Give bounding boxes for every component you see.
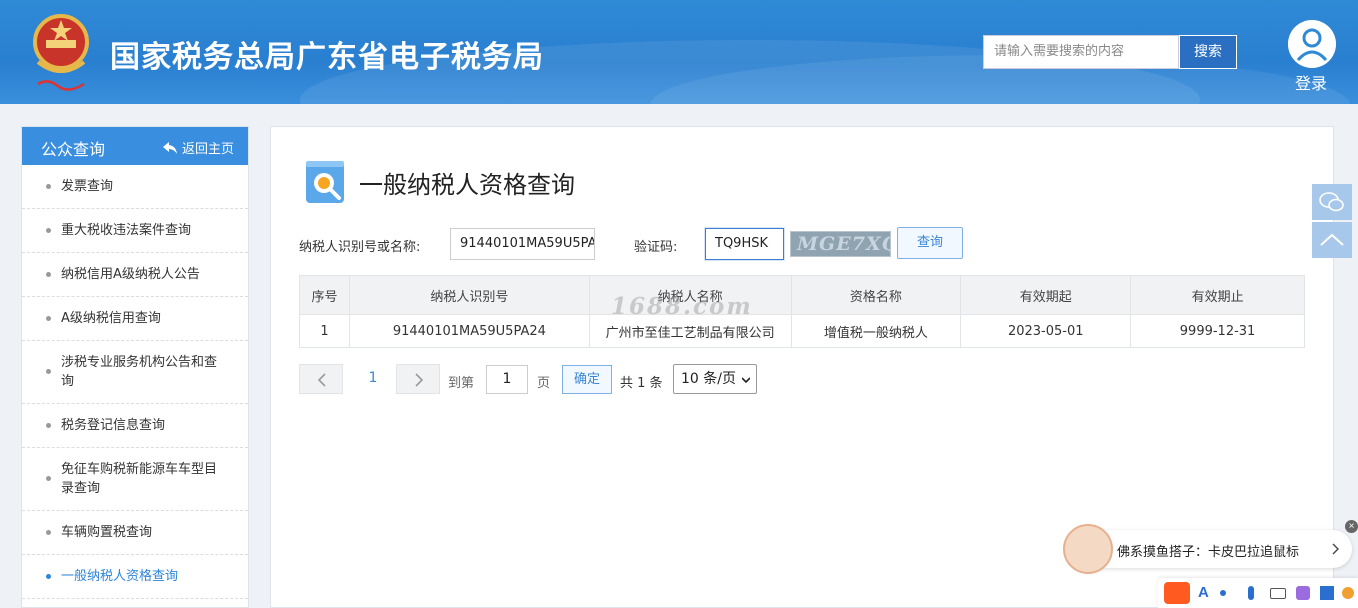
column-header: 资格名称	[790, 275, 962, 315]
sidebar-item-a-credit-notice[interactable]: 纳税信用A级纳税人公告	[22, 253, 248, 297]
table-cell: 1	[299, 314, 350, 348]
microphone-icon[interactable]	[1248, 586, 1254, 600]
query-button[interactable]: 查询	[897, 227, 963, 259]
bullet-icon	[46, 369, 51, 374]
captcha-image[interactable]: MGE7XQ	[790, 231, 891, 257]
site-header: 国家税务总局广东省电子税务局 请输入需要搜索的内容 搜索 登录	[0, 0, 1358, 104]
sidebar-item-label: 税务登记信息查询	[61, 418, 166, 433]
table-cell: 增值税一般纳税人	[790, 314, 962, 348]
back-home-link[interactable]: 返回主页	[162, 138, 234, 157]
taxpayer-label: 纳税人识别号或名称:	[299, 240, 421, 255]
wechat-float-button[interactable]	[1312, 184, 1352, 220]
page-size-select[interactable]: 10 条/页	[673, 364, 757, 394]
current-page[interactable]: 1	[363, 370, 383, 386]
sidebar-item-general-taxpayer[interactable]: 一般纳税人资格查询	[22, 555, 248, 599]
sidebar-item-vehicle-tax[interactable]: 车辆购置税查询	[22, 511, 248, 555]
search-input[interactable]: 请输入需要搜索的内容	[983, 35, 1179, 69]
captcha-text: MGE7XQ	[797, 233, 891, 255]
sogou-logo-icon[interactable]	[1164, 582, 1190, 604]
login-link[interactable]: 登录	[1290, 70, 1332, 94]
sidebar-item-a-credit-query[interactable]: A级纳税信用查询	[22, 297, 248, 341]
sidebar-item-service-agency[interactable]: 涉税专业服务机构公告和查询	[22, 341, 248, 404]
bullet-icon	[46, 227, 51, 233]
sidebar-item-tax-violation[interactable]: 重大税收违法案件查询	[22, 209, 248, 253]
punctuation-icon[interactable]	[1220, 590, 1226, 596]
bullet-icon	[46, 422, 51, 428]
result-table: 序号 纳税人识别号 纳税人名称 资格名称 有效期起 有效期止 1 9144010…	[299, 275, 1305, 348]
chevron-up-icon	[1320, 233, 1344, 246]
sidebar-item-label: 纳税信用A级纳税人公告	[61, 267, 200, 282]
national-emblem-icon	[33, 14, 89, 91]
back-home-label: 返回主页	[181, 142, 234, 157]
chevron-right-icon	[415, 373, 424, 387]
page-unit-label: 页	[537, 376, 551, 391]
close-icon[interactable]: ×	[1345, 520, 1358, 533]
more-icon[interactable]	[1342, 587, 1354, 599]
bullet-icon	[46, 476, 51, 481]
page-size-value: 10 条/页	[681, 371, 736, 387]
sidebar-item-label: 一般纳税人资格查询	[61, 569, 179, 584]
sidebar-item-label: 车辆购置税查询	[61, 525, 153, 540]
total-count: 共 1 条	[620, 376, 663, 391]
taxpayer-input[interactable]: 91440101MA59U5PA24	[450, 228, 595, 260]
toolbox-icon[interactable]	[1320, 586, 1334, 600]
column-header: 纳税人识别号	[348, 275, 590, 315]
page-title: 一般纳税人资格查询	[359, 171, 575, 199]
table-cell: 91440101MA59U5PA24	[348, 314, 590, 348]
ime-mode-indicator[interactable]: A	[1198, 584, 1209, 601]
bullet-icon	[46, 271, 51, 277]
sidebar-item-label: A级纳税信用查询	[61, 311, 161, 326]
back-to-top-button[interactable]	[1312, 222, 1352, 258]
chevron-left-icon	[317, 373, 326, 387]
prev-page-button[interactable]	[299, 364, 343, 394]
capybara-avatar-icon	[1063, 524, 1113, 574]
sidebar-item-ev-catalog[interactable]: 免征车购税新能源车车型目录查询	[22, 448, 248, 511]
column-header: 有效期止	[1130, 275, 1305, 315]
column-header: 序号	[299, 275, 350, 315]
search-document-icon	[306, 161, 344, 203]
table-header-row: 序号 纳税人识别号 纳税人名称 资格名称 有效期起 有效期止	[299, 275, 1305, 315]
sidebar-item-label: 涉税专业服务机构公告和查询	[61, 355, 218, 389]
captcha-input[interactable]: TQ9HSK	[705, 228, 784, 260]
sidebar-item-label: 重大税收违法案件查询	[61, 223, 192, 238]
skin-icon[interactable]	[1296, 586, 1310, 600]
captcha-label: 验证码:	[634, 240, 678, 255]
notification-text: 佛系摸鱼搭子：卡皮巴拉追鼠标	[1117, 545, 1300, 560]
bullet-icon	[46, 529, 51, 535]
chevron-down-icon	[742, 377, 750, 384]
site-title: 国家税务总局广东省电子税务局	[110, 40, 544, 75]
ime-toolbar: A	[1158, 578, 1358, 608]
table-cell: 9999-12-31	[1130, 314, 1305, 348]
sidebar-item-invoice[interactable]: 发票查询	[22, 165, 248, 209]
sidebar-header: 公众查询 返回主页	[22, 127, 248, 165]
next-page-button[interactable]	[396, 364, 440, 394]
goto-confirm-button[interactable]: 确定	[562, 365, 612, 394]
keyboard-icon[interactable]	[1270, 588, 1286, 599]
goto-label: 到第	[448, 376, 475, 391]
user-avatar-icon[interactable]	[1288, 20, 1336, 68]
reply-arrow-icon	[162, 142, 177, 154]
sidebar-item-label: 发票查询	[61, 179, 114, 194]
bullet-icon	[46, 315, 51, 321]
bullet-icon	[46, 183, 51, 189]
table-row: 1 91440101MA59U5PA24 广州市至佳工艺制品有限公司 增值税一般…	[299, 314, 1305, 348]
sidebar-item-label: 免征车购税新能源车车型目录查询	[61, 462, 218, 496]
sidebar-item-registration[interactable]: 税务登记信息查询	[22, 404, 248, 448]
sidebar: 公众查询 返回主页 发票查询 重大税收违法案件查询 纳税信用A级纳税人公告 A级…	[21, 126, 249, 608]
chevron-right-icon[interactable]	[1330, 542, 1340, 556]
sidebar-title: 公众查询	[41, 140, 106, 159]
column-header: 有效期起	[960, 275, 1132, 315]
table-cell: 2023-05-01	[960, 314, 1132, 348]
bullet-icon	[46, 573, 51, 579]
wechat-icon	[1319, 192, 1344, 212]
watermark: 1688.com	[611, 293, 753, 320]
search-button[interactable]: 搜索	[1179, 35, 1237, 69]
goto-page-input[interactable]: 1	[486, 365, 528, 394]
